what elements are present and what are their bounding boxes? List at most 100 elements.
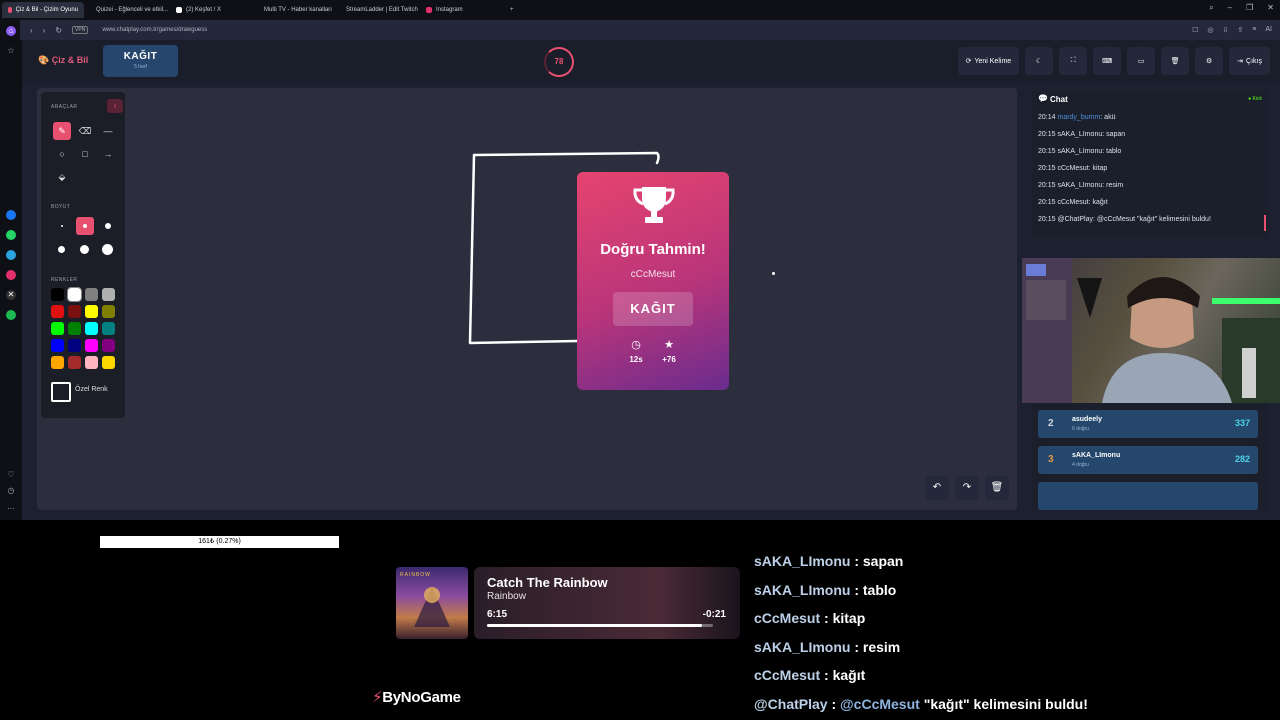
browser-window: Çiz & Bil - Çizim Oyunu Quizei - Eğlencel…: [0, 0, 1280, 520]
color-swatch[interactable]: [51, 305, 64, 318]
color-swatch[interactable]: [102, 322, 115, 335]
whatsapp-icon[interactable]: [6, 230, 16, 240]
arrow-tool[interactable]: →: [99, 145, 117, 163]
more-icon[interactable]: …: [6, 502, 16, 512]
drawing-canvas[interactable]: ARAÇLAR ‹ ✎ ⌫ — ○ □ → ⬙ BOYUT RENKLER Öz…: [37, 88, 1017, 510]
new-tab-button[interactable]: +: [504, 2, 520, 18]
browser-tab[interactable]: StreamLadder | Edit Twitch...: [336, 2, 418, 18]
chat-username[interactable]: sAKA_LImonu: [1057, 182, 1102, 189]
minimize-button[interactable]: –: [1228, 3, 1232, 13]
redo-button[interactable]: ↷: [955, 476, 979, 500]
pencil-tool[interactable]: ✎: [53, 122, 71, 140]
chat-message: 20:15 @ChatPlay: @cCcMesut "kağıt" kelim…: [1038, 216, 1211, 223]
instagram-icon[interactable]: [6, 270, 16, 280]
x-icon[interactable]: ✕: [6, 290, 16, 300]
browser-tab[interactable]: (2) Keşfet / X: [170, 2, 252, 18]
circle-tool[interactable]: ○: [53, 145, 71, 163]
color-swatch[interactable]: [85, 356, 98, 369]
size-xxl[interactable]: [102, 244, 113, 255]
chat-username[interactable]: cCcMesut: [1057, 199, 1088, 206]
color-swatch[interactable]: [68, 339, 81, 352]
color-swatch[interactable]: [51, 288, 64, 301]
size-l[interactable]: [58, 246, 65, 253]
messenger-icon[interactable]: [6, 210, 16, 220]
address-bar: ‹ › ↻ VPN www.chatplay.com.tr/games/draw…: [20, 20, 1280, 40]
home-icon[interactable]: ⌂: [6, 26, 16, 36]
color-swatch[interactable]: [102, 288, 115, 301]
eraser-tool[interactable]: ⌫: [76, 122, 94, 140]
line-tool[interactable]: —: [99, 122, 117, 140]
share-icon[interactable]: ⇪: [1237, 26, 1243, 34]
color-swatch[interactable]: [51, 339, 64, 352]
settings-button[interactable]: ⚙: [1195, 47, 1224, 75]
chat-time: 20:15: [1038, 199, 1056, 206]
bookmark-icon[interactable]: ☐: [1192, 26, 1198, 34]
chat-username[interactable]: @ChatPlay: [1057, 216, 1093, 223]
close-window-button[interactable]: ✕: [1267, 3, 1274, 13]
color-swatch[interactable]: [85, 322, 98, 335]
browser-tab[interactable]: Quizei - Eğlenceli ve etkil...: [86, 2, 168, 18]
camera-icon[interactable]: ◎: [1207, 26, 1213, 34]
color-swatch[interactable]: [68, 356, 81, 369]
app-logo[interactable]: 🎨 Çiz & Bil: [38, 55, 88, 66]
platform-name: Kick: [1252, 96, 1262, 102]
star-icon[interactable]: ☆: [6, 46, 16, 56]
chat-username[interactable]: sAKA_LImonu: [1057, 148, 1102, 155]
size-xl[interactable]: [80, 245, 89, 254]
browser-sidebar: ⌂ ☆ ✕ ♡ ◷ …: [0, 20, 22, 520]
dark-mode-button[interactable]: ☾: [1025, 47, 1054, 75]
reload-icon[interactable]: ↻: [55, 26, 62, 35]
window-button[interactable]: ▭: [1127, 47, 1156, 75]
back-icon[interactable]: ‹: [30, 26, 33, 35]
download-icon[interactable]: ⇩: [1223, 26, 1229, 34]
heart-icon[interactable]: ♡: [6, 470, 16, 480]
color-swatch[interactable]: [85, 288, 98, 301]
url-field[interactable]: www.chatplay.com.tr/games/drawguess: [102, 27, 207, 33]
color-swatch[interactable]: [68, 305, 81, 318]
vpn-badge[interactable]: VPN: [72, 26, 89, 34]
rectangle-tool[interactable]: □: [76, 145, 94, 163]
history-icon[interactable]: ◷: [6, 486, 16, 496]
custom-color-button[interactable]: [51, 382, 71, 402]
size-s-dot: [83, 224, 87, 228]
maximize-button[interactable]: ❐: [1246, 3, 1253, 13]
size-m[interactable]: [105, 223, 111, 229]
color-swatch[interactable]: [85, 305, 98, 318]
color-swatch[interactable]: [67, 287, 82, 302]
delete-button[interactable]: 🗑: [1161, 47, 1190, 75]
chat-text: : kitap: [1088, 165, 1108, 172]
chat-scrollbar[interactable]: [1264, 215, 1266, 231]
browser-tab[interactable]: Instagram: [420, 2, 502, 18]
color-swatch[interactable]: [51, 356, 64, 369]
color-swatch[interactable]: [102, 305, 115, 318]
fullscreen-button[interactable]: ⛶: [1059, 47, 1088, 75]
search-tabs-icon[interactable]: ⌕: [1209, 3, 1213, 13]
new-word-button[interactable]: ⟳ Yeni Kelime: [957, 47, 1020, 75]
chat-username[interactable]: sAKA_LImonu: [1057, 131, 1102, 138]
color-swatch[interactable]: [85, 339, 98, 352]
chat-username[interactable]: mardy_bumm: [1057, 114, 1100, 121]
size-xs[interactable]: [61, 225, 63, 227]
clear-canvas-button[interactable]: 🗑: [985, 476, 1009, 500]
forward-icon[interactable]: ›: [43, 26, 46, 35]
fill-bucket-tool[interactable]: ⬙: [53, 168, 71, 186]
browser-tab[interactable]: Çiz & Bil - Çizim Oyunu: [2, 2, 84, 18]
tab-label: (2) Keşfet / X: [186, 7, 222, 13]
ai-button[interactable]: AI: [1265, 26, 1272, 34]
spotify-icon[interactable]: [6, 310, 16, 320]
playback-progress: [487, 624, 713, 627]
telegram-icon[interactable]: [6, 250, 16, 260]
undo-button[interactable]: ↶: [925, 476, 949, 500]
color-swatch[interactable]: [102, 339, 115, 352]
tab-favicon: [8, 7, 12, 13]
menu-icon[interactable]: ≡: [1252, 26, 1256, 34]
chat-username[interactable]: cCcMesut: [1057, 165, 1088, 172]
overlay-chat-username: sAKA_LImonu: [754, 638, 851, 655]
browser-tab[interactable]: Multi TV - Haber kanalları ...: [254, 2, 334, 18]
color-swatch[interactable]: [102, 356, 115, 369]
color-swatch[interactable]: [51, 322, 64, 335]
keyboard-button[interactable]: ⌨: [1093, 47, 1122, 75]
color-swatch[interactable]: [68, 322, 81, 335]
collapse-panel-button[interactable]: ‹: [107, 99, 123, 113]
exit-button[interactable]: ⇥ Çıkış: [1229, 47, 1270, 75]
